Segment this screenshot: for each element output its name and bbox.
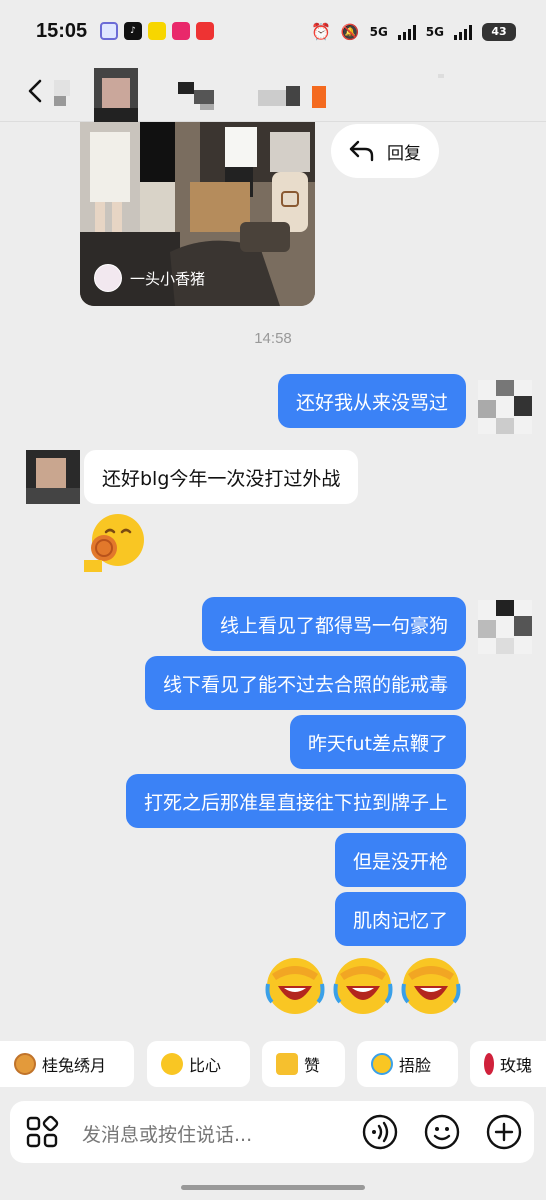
photo-author[interactable]: 一头小香猪	[94, 264, 205, 292]
heart-hands-icon	[161, 1053, 183, 1075]
notification-icons: ♪	[100, 22, 214, 40]
quick-reply-label: 比心	[189, 1056, 222, 1075]
facepalm-laugh-emoji	[401, 958, 461, 1014]
quick-reply-chip[interactable]: 比心	[147, 1041, 250, 1087]
contact-avatar[interactable]	[26, 450, 80, 504]
quick-reply-label: 捂脸	[399, 1056, 432, 1075]
emoji-icon[interactable]	[424, 1114, 460, 1150]
plus-icon[interactable]	[486, 1114, 522, 1150]
quick-reply-label: 桂兔绣月	[42, 1056, 107, 1075]
message-input[interactable]: 发消息或按住说话...	[82, 1120, 252, 1147]
my-avatar[interactable]	[478, 600, 532, 654]
alarm-icon: ⏰	[310, 22, 331, 41]
network-label-1: 5G	[369, 24, 388, 39]
reply-label: 回复	[387, 143, 421, 164]
mooncake-icon	[14, 1053, 36, 1075]
reply-arrow-icon	[349, 140, 374, 162]
mooncake-eating-emoji[interactable]	[82, 510, 148, 576]
mall-app-icon	[196, 22, 214, 40]
message-input-bar: 发消息或按住说话...	[10, 1101, 534, 1163]
quick-reply-bar: 桂兔绣月 比心 赞 捂脸 玫瑰	[0, 1041, 546, 1089]
sticker-app-icon	[100, 22, 118, 40]
facepalm-icon	[371, 1053, 393, 1075]
home-indicator[interactable]	[181, 1185, 365, 1190]
header-avatar[interactable]	[94, 68, 138, 124]
facepalm-laugh-emoji	[333, 958, 393, 1014]
rose-icon	[484, 1053, 494, 1075]
back-arrow-icon[interactable]	[22, 76, 52, 106]
voice-icon[interactable]	[362, 1114, 398, 1150]
reply-button[interactable]: 回复	[331, 124, 439, 178]
apps-grid-icon[interactable]	[24, 1114, 60, 1150]
tiktok-icon: ♪	[124, 22, 142, 40]
battery-level: 43	[491, 25, 507, 38]
system-indicators: ⏰ 🔕 5G 5G 43	[311, 22, 516, 41]
message-bubble-sent[interactable]: 昨天fut差点鞭了	[289, 715, 466, 769]
message-bubble-sent[interactable]: 线下看见了能不过去合照的能戒毒	[144, 656, 466, 710]
quick-reply-label: 赞	[304, 1056, 321, 1075]
quick-reply-chip[interactable]: 玫瑰	[470, 1041, 546, 1087]
meituan-icon	[148, 22, 166, 40]
signal-icon-1	[397, 24, 416, 40]
quick-reply-label: 玫瑰	[499, 1056, 532, 1075]
signal-icon-2	[454, 24, 472, 40]
status-bar: 15:05 ♪ ⏰ 🔕 5G 5G 43	[0, 0, 546, 64]
message-bubble-sent[interactable]: 肌肉记忆了	[334, 892, 466, 946]
facepalm-laugh-emoji	[265, 958, 325, 1014]
shared-photo[interactable]: 一头小香猪	[80, 122, 315, 306]
quick-reply-chip[interactable]: 桂兔绣月	[0, 1041, 134, 1087]
quick-reply-chip[interactable]: 捂脸	[357, 1041, 458, 1087]
network-label-2: 5G	[425, 24, 444, 39]
author-avatar	[94, 264, 122, 292]
quick-reply-chip[interactable]: 赞	[262, 1041, 345, 1087]
battery-icon: 43	[482, 22, 516, 41]
message-timestamp: 14:58	[254, 330, 292, 347]
message-bubble-sent[interactable]: 但是没开枪	[334, 833, 466, 887]
message-bubble-sent[interactable]: 还好我从来没骂过	[277, 374, 466, 428]
message-bubble-sent[interactable]: 打死之后那准星直接往下拉到牌子上	[125, 774, 466, 828]
my-avatar[interactable]	[478, 380, 532, 434]
mute-icon: 🔕	[340, 22, 360, 41]
status-time: 15:05	[36, 20, 88, 42]
author-name: 一头小香猪	[130, 269, 206, 288]
message-bubble-received[interactable]: 还好blg今年一次没打过外战	[84, 450, 359, 504]
shopping-app-icon	[172, 22, 190, 40]
message-bubble-sent[interactable]: 线上看见了都得骂一句豪狗	[201, 597, 466, 651]
chat-header	[0, 64, 546, 124]
thumbs-up-icon	[276, 1053, 298, 1075]
